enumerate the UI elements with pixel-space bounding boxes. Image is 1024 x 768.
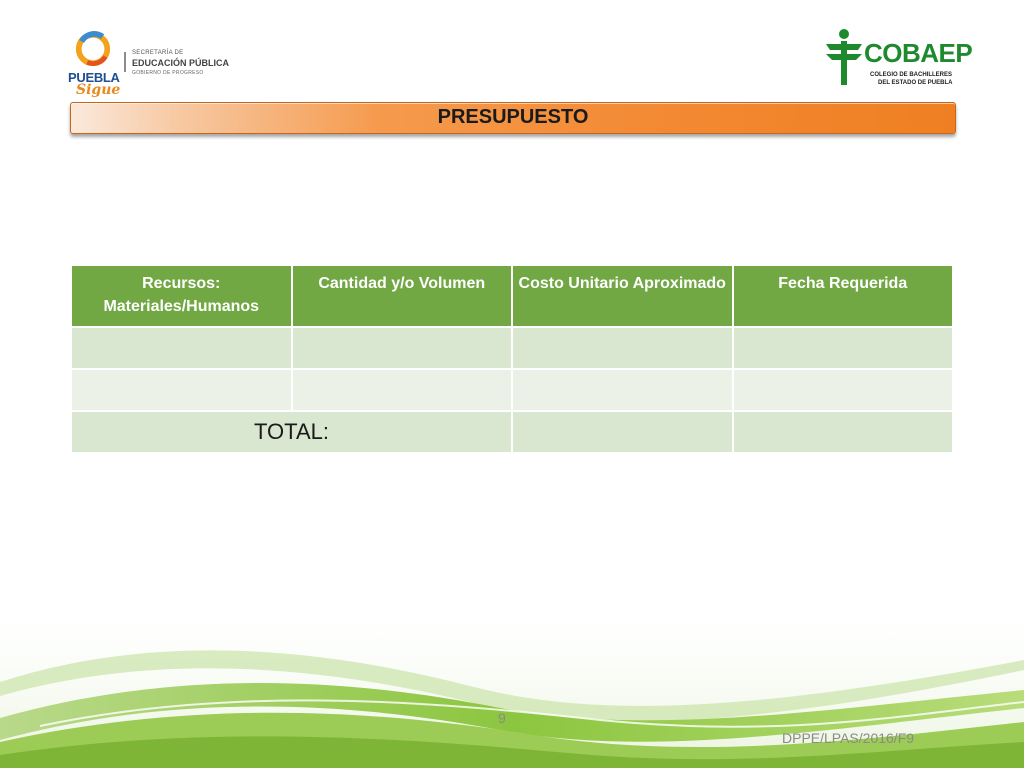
table-cell[interactable]: [733, 328, 952, 368]
sep-line-2: EDUCACIÓN PÚBLICA: [132, 58, 230, 68]
cobaep-sub-line-1: COLEGIO DE BACHILLERES: [870, 72, 953, 78]
table-cell[interactable]: [292, 370, 511, 410]
puebla-tagline-text: Sigue: [76, 82, 121, 98]
budget-table: Recursos: Materiales/Humanos Cantidad y/…: [70, 264, 954, 454]
table-cell[interactable]: [513, 370, 732, 410]
table-header-row: Recursos: Materiales/Humanos Cantidad y/…: [72, 266, 952, 326]
slide: PUEBLA Sigue SECRETARÍA DE EDUCACIÓN PÚB…: [0, 0, 1024, 768]
logo-divider: [124, 52, 126, 72]
table-cell[interactable]: [72, 370, 291, 410]
title-banner: PRESUPUESTO: [70, 102, 956, 134]
cobaep-sub-line-2: DEL ESTADO DE PUEBLA: [878, 80, 953, 86]
total-date-cell[interactable]: [733, 412, 952, 452]
cobaep-logo: COBAEP COLEGIO DE BACHILLERES DEL ESTADO…: [822, 28, 973, 90]
table-row: [72, 370, 952, 410]
header-cantidad: Cantidad y/o Volumen: [292, 266, 511, 326]
header-recursos: Recursos: Materiales/Humanos: [72, 266, 291, 326]
total-label: TOTAL:: [72, 412, 511, 452]
cobaep-brand-text: COBAEP: [864, 38, 973, 68]
total-cost-cell[interactable]: [513, 412, 732, 452]
total-row: TOTAL:: [72, 412, 952, 452]
table-cell[interactable]: [513, 328, 732, 368]
table-cell[interactable]: [733, 370, 952, 410]
puebla-sep-logo: PUEBLA Sigue SECRETARÍA DE EDUCACIÓN PÚB…: [66, 28, 236, 102]
puebla-ring-icon: [75, 31, 111, 67]
table-cell[interactable]: [292, 328, 511, 368]
table-cell[interactable]: [72, 328, 291, 368]
page-number: 9: [498, 710, 506, 726]
slide-title: PRESUPUESTO: [437, 106, 589, 128]
sep-line-3: GOBIERNO DE PROGRESO: [132, 70, 204, 76]
header-fecha-requerida: Fecha Requerida: [733, 266, 952, 326]
document-code: DPPE/LPAS/2016/F9: [782, 730, 915, 746]
sep-line-1: SECRETARÍA DE: [132, 50, 184, 56]
header-costo-unitario: Costo Unitario Aproximado: [513, 266, 732, 326]
table-row: [72, 328, 952, 368]
